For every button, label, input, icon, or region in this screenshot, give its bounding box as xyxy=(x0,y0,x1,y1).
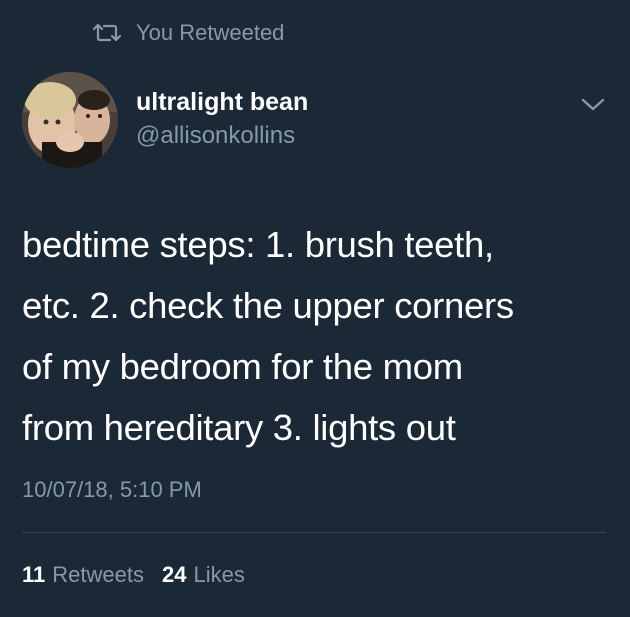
retweet-context: You Retweeted xyxy=(92,20,284,46)
likes-stat[interactable]: 24 Likes xyxy=(162,562,245,588)
tweet-stats: 11 Retweets 24 Likes xyxy=(22,562,263,588)
retweet-icon xyxy=(92,23,122,42)
likes-count: 24 xyxy=(161,562,187,587)
likes-label: Likes xyxy=(193,562,245,587)
retweets-count: 11 xyxy=(22,562,46,587)
retweet-context-label: You Retweeted xyxy=(136,20,285,45)
tweet-text: bedtime steps: 1. brush teeth, etc. 2. c… xyxy=(22,214,612,458)
divider xyxy=(22,532,606,533)
author-display-name[interactable]: ultralight bean xyxy=(136,88,308,117)
author-handle[interactable]: @allisonkollins xyxy=(136,122,295,150)
retweets-label: Retweets xyxy=(52,562,144,587)
chevron-down-icon[interactable] xyxy=(580,96,606,114)
tweet-text-line: of my bedroom for the mom xyxy=(22,346,463,387)
tweet-text-line: bedtime steps: 1. brush teeth, xyxy=(22,224,494,265)
tweet-text-line: from hereditary 3. lights out xyxy=(22,407,456,448)
avatar-photo xyxy=(22,72,118,168)
avatar[interactable] xyxy=(22,72,118,168)
tweet-text-line: etc. 2. check the upper corners xyxy=(22,285,514,326)
retweets-stat[interactable]: 11 Retweets xyxy=(22,562,144,588)
tweet-timestamp[interactable]: 10/07/18, 5:10 PM xyxy=(22,477,202,503)
